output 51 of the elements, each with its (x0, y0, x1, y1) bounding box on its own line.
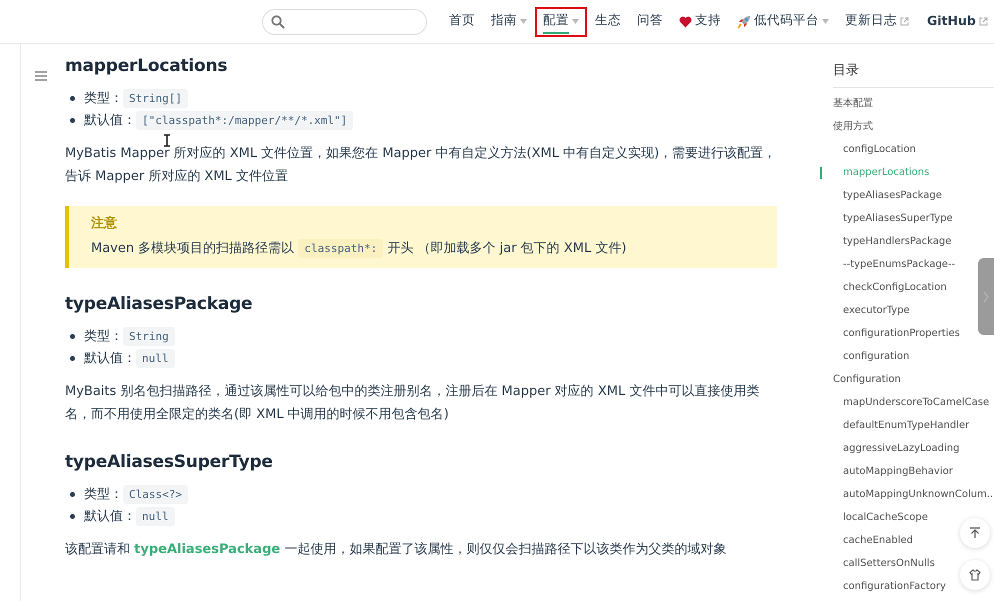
code-value: null (136, 506, 174, 526)
toc-link[interactable]: configurationProperties (843, 322, 960, 345)
nav-link[interactable]: 支持 (671, 6, 729, 36)
toc-link[interactable]: aggressiveLazyLoading (843, 437, 960, 460)
toc-link[interactable]: configuration (843, 345, 910, 368)
section-heading: typeAliasesSuperType (65, 452, 274, 472)
toc-link[interactable]: cacheEnabled (843, 529, 914, 552)
section-heading: mapperLocations (65, 56, 228, 76)
toc-link[interactable]: typeAliasesSuperType (843, 207, 953, 230)
nav-link[interactable]: 问答 (629, 6, 671, 36)
nav-link[interactable]: 生态 (587, 6, 629, 36)
code-value: Class<?> (123, 484, 188, 504)
nav-link[interactable]: 配置 (535, 6, 587, 36)
description-paragraph: 该配置请和 typeAliasesPackage 一起使用，如果配置了该属性，则仅仅会扫描路径下以该类作为父类的域对象 (65, 541, 728, 559)
code-value: null (136, 348, 174, 368)
toc-link[interactable]: configLocation (843, 138, 916, 161)
nav-link[interactable]: 更新日志 (837, 6, 917, 36)
toc-link[interactable]: executorType (843, 299, 910, 322)
toc-link[interactable]: 使用方式 (833, 115, 873, 138)
toc-link[interactable]: localCacheScope (843, 506, 928, 529)
nav-link[interactable]: 首页 (441, 6, 483, 36)
toc-link[interactable]: checkConfigLocation (843, 276, 947, 299)
property-label: 类型： (84, 328, 123, 345)
description-paragraph: MyBatis Mapper 所对应的 XML 文件位置，如果您在 Mapper 中有自定义方法(XML 中有自定义实现)，需要进行该配置，告诉 Mapper 所对应的 XML 文件位置 (65, 145, 777, 186)
property-label: 默认值： (84, 508, 136, 525)
nav-link[interactable]: GitHub (917, 6, 990, 36)
nav-link[interactable]: 指南 (483, 6, 535, 36)
toc-heading: 目录 (833, 61, 994, 88)
toc-link[interactable]: mapUnderscoreToCamelCase (843, 391, 990, 414)
toc-link[interactable]: typeAliasesPackage (843, 184, 942, 207)
toc-link[interactable]: configurationFactory (843, 575, 946, 598)
code-value: String[] (123, 88, 188, 108)
section-heading: typeAliasesPackage (65, 294, 254, 314)
toc-link[interactable]: --typeEnumsPackage-- (843, 253, 956, 276)
callout-text: Maven 多模块项目的扫描路径需以 classpath*: 开头 （即加载多个 jar 包下的 XML 文件) (91, 238, 628, 260)
callout-title: 注意 (91, 214, 118, 233)
toc-link[interactable]: Configuration (833, 368, 901, 391)
code-value: String (123, 326, 175, 346)
toc-link[interactable]: typeHandlersPackage (843, 230, 952, 253)
code-value: ["classpath*:/mapper/**/*.xml"] (136, 110, 354, 130)
property-label: 默认值： (84, 350, 136, 367)
property-label: 默认值： (84, 112, 136, 129)
description-paragraph: MyBaits 别名包扫描路径，通过该属性可以给包中的类注册别名，注册后在 Mapper 对应的 XML 文件中可以直接使用类名，而不用使用全限定的类名(即 XML 中调用的时候不用包含包名) (65, 383, 760, 424)
property-label: 类型： (84, 90, 123, 107)
toc-link[interactable]: callSettersOnNulls (843, 552, 935, 575)
toc-link[interactable]: defaultEnumTypeHandler (843, 414, 970, 437)
toc-link[interactable]: autoMappingUnknownColum... (843, 483, 994, 506)
nav-link[interactable]: 低代码平台 (729, 6, 837, 36)
toc-link[interactable]: autoMappingBehavior (843, 460, 953, 483)
toc-link[interactable]: 基本配置 (833, 92, 873, 115)
property-label: 类型： (84, 486, 123, 503)
